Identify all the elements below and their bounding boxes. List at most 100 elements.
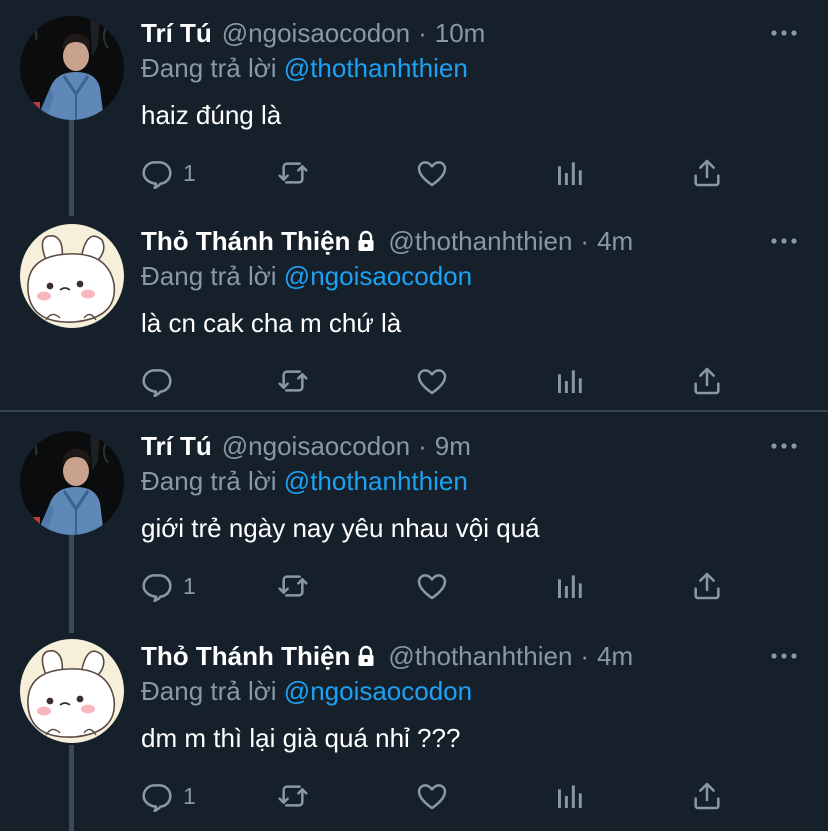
tweet-header: Thỏ Thánh Thiện @thothanhthien · 4m (141, 224, 768, 258)
more-options-button[interactable] (770, 20, 798, 46)
heart-icon (417, 369, 447, 395)
tweet-text: giới trẻ ngày nay yêu nhau vội quá (141, 513, 540, 543)
username-handle[interactable]: @ngoisaocodon (222, 429, 410, 463)
stats-icon (558, 162, 582, 185)
avatar[interactable] (20, 224, 124, 328)
display-name[interactable]: Thỏ Thánh Thiện (141, 224, 350, 258)
share-icon (694, 159, 720, 187)
conversation-separator (0, 410, 828, 412)
more-horizontal-icon (771, 238, 797, 244)
like-button[interactable] (416, 155, 448, 191)
analytics-button[interactable] (554, 568, 586, 604)
tweet-header: Trí Tú @ngoisaocodon · 10m (141, 16, 768, 50)
stats-icon (558, 785, 582, 808)
reply-button[interactable]: 1 (141, 568, 196, 604)
retweet-button[interactable] (277, 568, 309, 604)
tweet-text: haiz đúng là (141, 100, 282, 130)
analytics-button[interactable] (554, 155, 586, 191)
tweet[interactable]: Thỏ Thánh Thiện @thothanhthien · 4m Đang… (0, 208, 828, 416)
reply-count: 1 (183, 782, 196, 809)
tweet-header: Thỏ Thánh Thiện @thothanhthien · 4m (141, 639, 768, 673)
share-button[interactable] (691, 568, 723, 604)
tweet-actions: 1 (141, 568, 741, 604)
time-separator: · (418, 18, 427, 48)
heart-icon (417, 574, 447, 600)
replying-to-label: Đang trả lời (141, 676, 277, 706)
reply-icon (142, 784, 172, 812)
analytics-button[interactable] (554, 778, 586, 814)
retweet-icon (278, 575, 308, 597)
reply-button[interactable] (141, 363, 183, 399)
heart-icon (417, 161, 447, 187)
reply-button[interactable]: 1 (141, 778, 196, 814)
avatar[interactable] (20, 431, 124, 535)
mention-link[interactable]: @thothanhthien (284, 53, 468, 83)
lock-icon (354, 227, 378, 255)
username-handle[interactable]: @thothanhthien (388, 639, 572, 673)
timestamp[interactable]: 4m (597, 639, 633, 673)
share-button[interactable] (691, 155, 723, 191)
tweet[interactable]: Trí Tú @ngoisaocodon · 10m Đang trả lời … (0, 0, 828, 208)
retweet-button[interactable] (277, 363, 309, 399)
tweet[interactable]: Thỏ Thánh Thiện @thothanhthien · 4m Đang… (0, 623, 828, 831)
time-separator: · (418, 431, 427, 461)
timestamp[interactable]: 10m (435, 16, 486, 50)
share-button[interactable] (691, 363, 723, 399)
tweet-header: Trí Tú @ngoisaocodon · 9m (141, 429, 768, 463)
thread-group: Trí Tú @ngoisaocodon · 9m Đang trả lời @… (0, 413, 828, 831)
like-button[interactable] (416, 778, 448, 814)
display-name[interactable]: Trí Tú (141, 429, 212, 463)
retweet-button[interactable] (277, 155, 309, 191)
share-icon (694, 572, 720, 600)
more-horizontal-icon (771, 653, 797, 659)
time-separator: · (580, 226, 590, 256)
mention-link[interactable]: @thothanhthien (284, 466, 468, 496)
reply-button[interactable]: 1 (141, 155, 196, 191)
replying-to-label: Đang trả lời (141, 261, 277, 291)
stats-icon (558, 575, 582, 598)
reply-icon (142, 574, 172, 602)
more-options-button[interactable] (770, 228, 798, 254)
display-name[interactable]: Thỏ Thánh Thiện (141, 639, 350, 673)
more-options-button[interactable] (770, 433, 798, 459)
tweet-actions: 1 (141, 778, 741, 814)
share-icon (694, 367, 720, 395)
retweet-icon (278, 162, 308, 184)
avatar[interactable] (20, 639, 124, 743)
tweet[interactable]: Trí Tú @ngoisaocodon · 9m Đang trả lời @… (0, 413, 828, 621)
retweet-icon (278, 785, 308, 807)
retweet-button[interactable] (277, 778, 309, 814)
reply-count: 1 (183, 572, 196, 599)
replying-to-label: Đang trả lời (141, 53, 277, 83)
more-options-button[interactable] (770, 643, 798, 669)
reply-icon (142, 369, 172, 397)
more-horizontal-icon (771, 443, 797, 449)
reply-count: 1 (183, 159, 196, 186)
replying-to: Đang trả lời @thothanhthien (141, 465, 468, 497)
mention-link[interactable]: @ngoisaocodon (284, 676, 472, 706)
replying-to: Đang trả lời @ngoisaocodon (141, 260, 472, 292)
reply-icon (142, 161, 172, 189)
tweet-text: là cn cak cha m chứ là (141, 308, 402, 338)
more-horizontal-icon (771, 30, 797, 36)
username-handle[interactable]: @ngoisaocodon (222, 16, 410, 50)
mention-link[interactable]: @ngoisaocodon (284, 261, 472, 291)
share-button[interactable] (691, 778, 723, 814)
share-icon (694, 782, 720, 810)
lock-icon (354, 642, 378, 670)
tweet-text: dm m thì lại già quá nhỉ ??? (141, 723, 461, 753)
conversation-feed: Trí Tú @ngoisaocodon · 10m Đang trả lời … (0, 0, 828, 831)
username-handle[interactable]: @thothanhthien (388, 224, 572, 258)
analytics-button[interactable] (554, 363, 586, 399)
avatar[interactable] (20, 16, 124, 120)
display-name[interactable]: Trí Tú (141, 16, 212, 50)
replying-to-label: Đang trả lời (141, 466, 277, 496)
replying-to: Đang trả lời @ngoisaocodon (141, 675, 472, 707)
timestamp[interactable]: 4m (597, 224, 633, 258)
retweet-icon (278, 370, 308, 392)
tweet-actions (141, 363, 741, 399)
tweet-actions: 1 (141, 155, 741, 191)
timestamp[interactable]: 9m (435, 429, 471, 463)
like-button[interactable] (416, 568, 448, 604)
like-button[interactable] (416, 363, 448, 399)
